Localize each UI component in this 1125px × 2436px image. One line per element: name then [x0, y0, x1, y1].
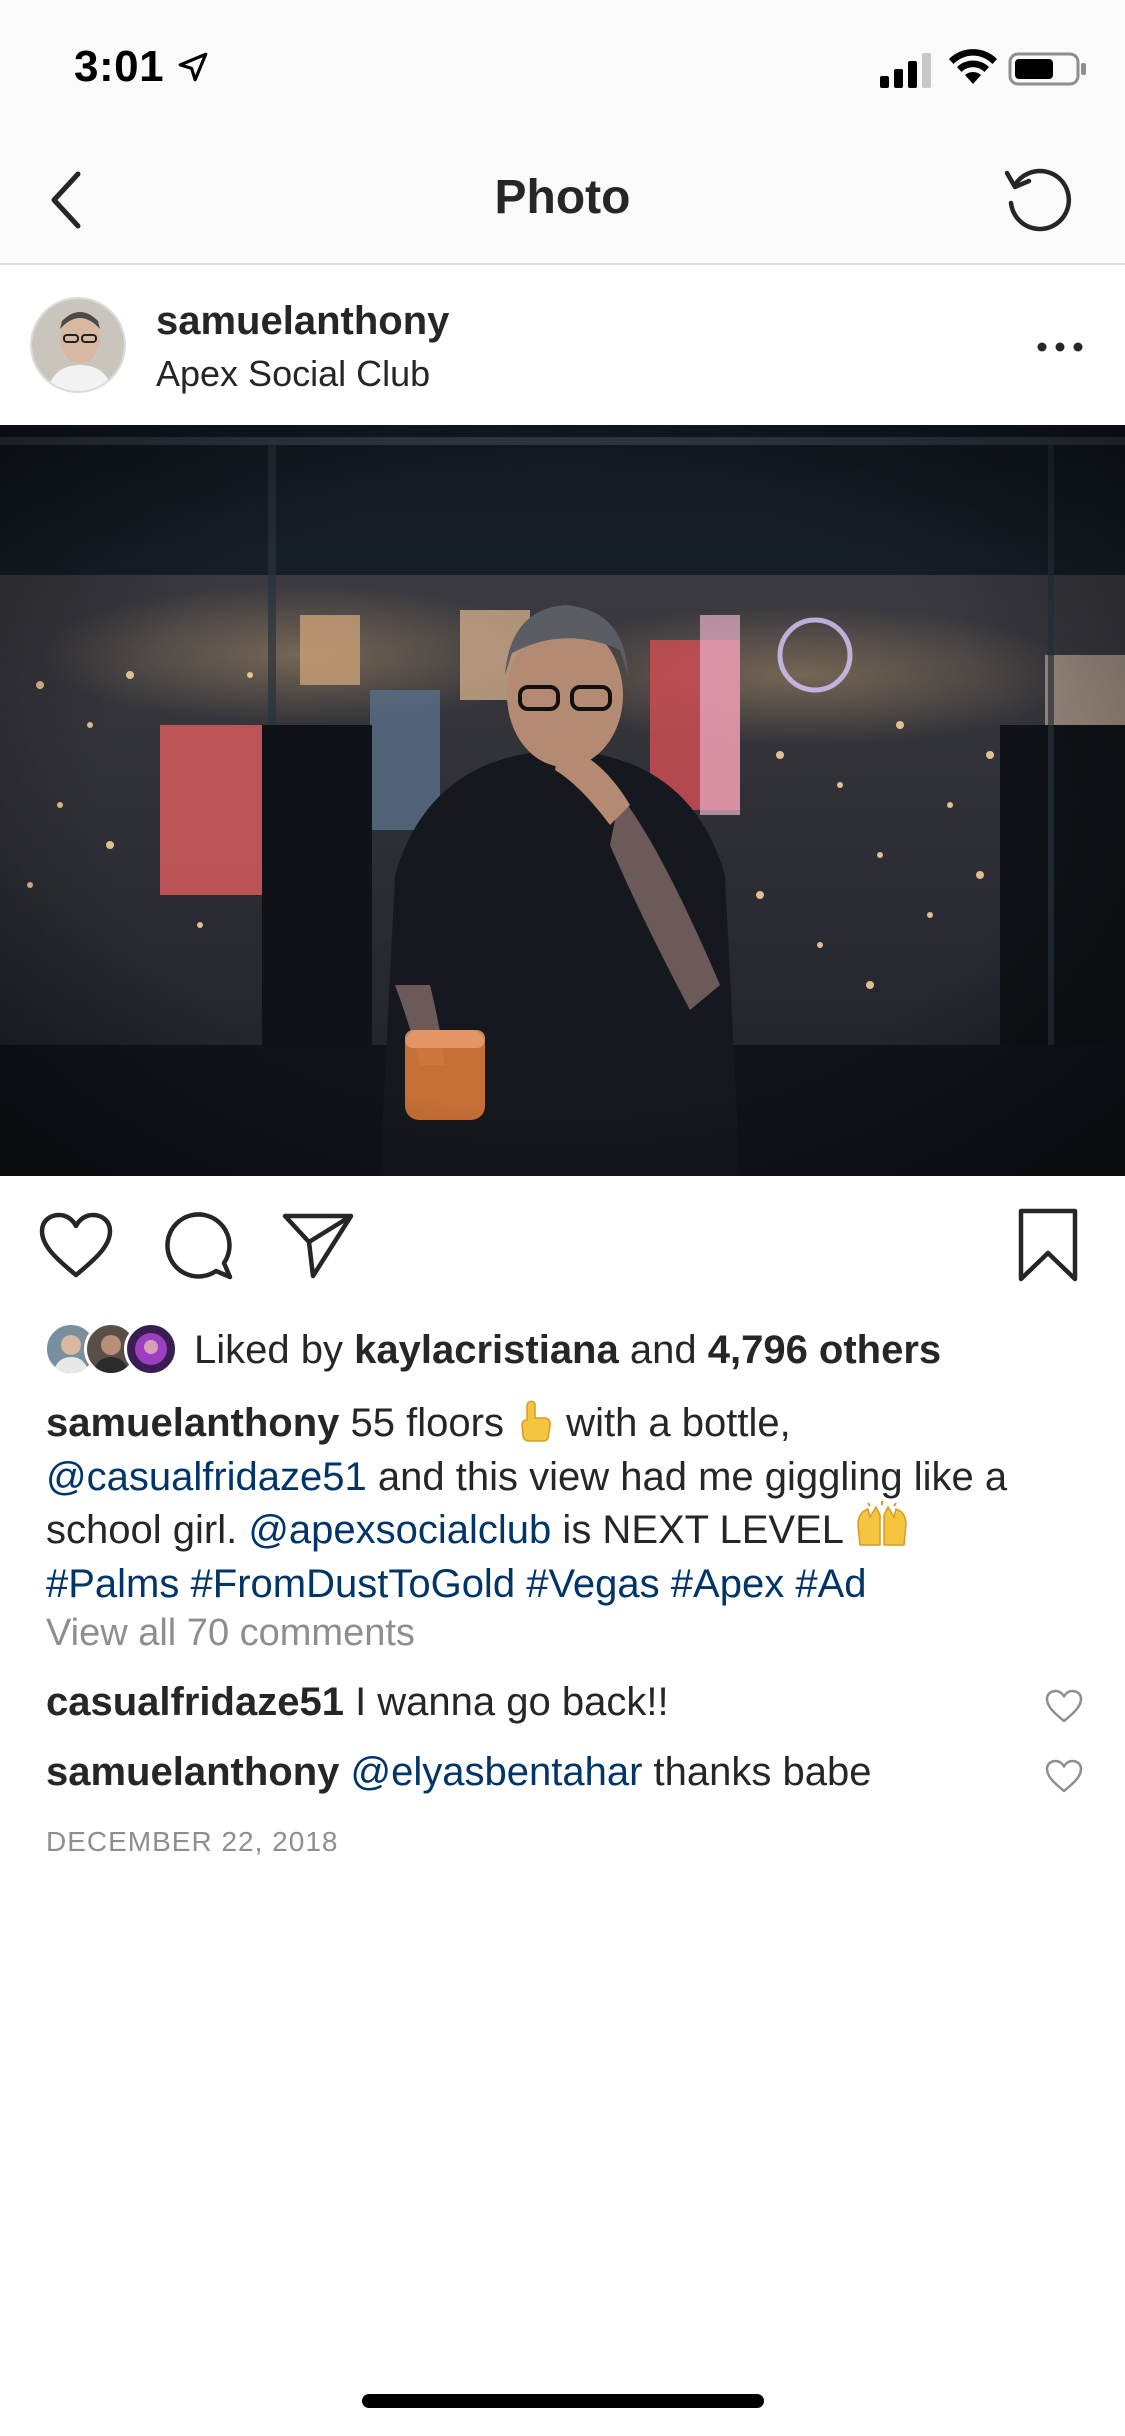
ellipsis-icon — [1037, 342, 1083, 352]
more-options-button[interactable] — [1030, 327, 1090, 367]
comment-bubble-icon — [165, 1212, 233, 1280]
avatar[interactable] — [30, 297, 126, 393]
post-header: samuelanthony Apex Social Club — [0, 267, 1125, 425]
refresh-icon — [1004, 168, 1072, 232]
wifi-icon — [949, 49, 997, 84]
status-time: 3:01 — [74, 42, 165, 91]
comment-like-heart-icon[interactable] — [1044, 1758, 1084, 1794]
save-button[interactable] — [1008, 1205, 1088, 1285]
likes-text: Liked by kaylacristiana and 4,796 others — [194, 1328, 941, 1373]
comment-body: casualfridaze51 I wanna go back!! — [46, 1680, 669, 1725]
likes-count[interactable]: 4,796 others — [708, 1328, 941, 1372]
city-night-photo — [0, 425, 1125, 1176]
like-button[interactable] — [36, 1205, 116, 1285]
battery-icon — [1008, 52, 1086, 86]
view-all-comments-link[interactable]: View all 70 comments — [46, 1612, 415, 1655]
heart-icon — [39, 1212, 113, 1278]
comment-text: thanks babe — [642, 1750, 872, 1794]
raised-hands-emoji-icon — [854, 1501, 910, 1560]
caption-text: 55 floors — [339, 1401, 516, 1445]
comment-button[interactable] — [158, 1205, 238, 1285]
pointing-up-emoji-icon — [515, 1398, 555, 1453]
comment-username[interactable]: casualfridaze51 — [46, 1680, 344, 1724]
post-photo[interactable] — [0, 425, 1125, 1176]
likes-middle: and — [618, 1327, 708, 1372]
caption-hashtag[interactable]: #Apex — [671, 1562, 784, 1606]
caption-hashtag[interactable]: #Ad — [795, 1562, 866, 1606]
status-bar: 3:01 — [0, 0, 1125, 132]
refresh-button[interactable] — [996, 156, 1082, 242]
comment-like-heart-icon[interactable] — [1044, 1688, 1084, 1724]
comment-username[interactable]: samuelanthony — [46, 1750, 339, 1794]
caption-mention[interactable]: @casualfridaze51 — [46, 1455, 367, 1499]
cellular-signal-icon — [880, 53, 931, 88]
caption-hashtag[interactable]: #FromDustToGold — [191, 1562, 516, 1606]
post-caption: samuelanthony 55 floors with a bottle, @… — [46, 1398, 1086, 1608]
caption-text: is NEXT LEVEL — [551, 1508, 854, 1552]
bookmark-icon — [1018, 1208, 1078, 1282]
share-button[interactable] — [278, 1205, 358, 1285]
paper-plane-icon — [282, 1213, 354, 1279]
comment-row: casualfridaze51 I wanna go back!! — [46, 1680, 1106, 1736]
avatar-image — [32, 299, 124, 391]
home-indicator[interactable] — [362, 2394, 764, 2408]
liker-avatars — [44, 1322, 180, 1378]
liker-avatar — [124, 1322, 178, 1376]
post-actions — [0, 1205, 1125, 1295]
location-arrow-icon — [178, 52, 208, 82]
caption-username[interactable]: samuelanthony — [46, 1401, 339, 1445]
caption-hashtag[interactable]: #Vegas — [526, 1562, 659, 1606]
page-title: Photo — [494, 171, 631, 224]
nav-bar: Photo — [0, 132, 1125, 265]
comment-body: samuelanthony @elyasbentahar thanks babe — [46, 1750, 872, 1795]
likes-summary[interactable]: Liked by kaylacristiana and 4,796 others — [44, 1318, 941, 1382]
caption-text: with a bottle, — [555, 1401, 791, 1445]
comment-row: samuelanthony @elyasbentahar thanks babe — [46, 1750, 1106, 1806]
post-location[interactable]: Apex Social Club — [156, 353, 430, 395]
likes-prefix: Liked by — [194, 1327, 355, 1372]
post-username[interactable]: samuelanthony — [156, 299, 449, 344]
comment-mention[interactable]: @elyasbentahar — [351, 1750, 643, 1794]
comment-text: I wanna go back!! — [343, 1680, 669, 1724]
post-date: DECEMBER 22, 2018 — [46, 1826, 339, 1857]
caption-hashtag[interactable]: #Palms — [46, 1562, 179, 1606]
caption-mention[interactable]: @apexsocialclub — [248, 1508, 551, 1552]
liker-username[interactable]: kaylacristiana — [354, 1328, 619, 1372]
